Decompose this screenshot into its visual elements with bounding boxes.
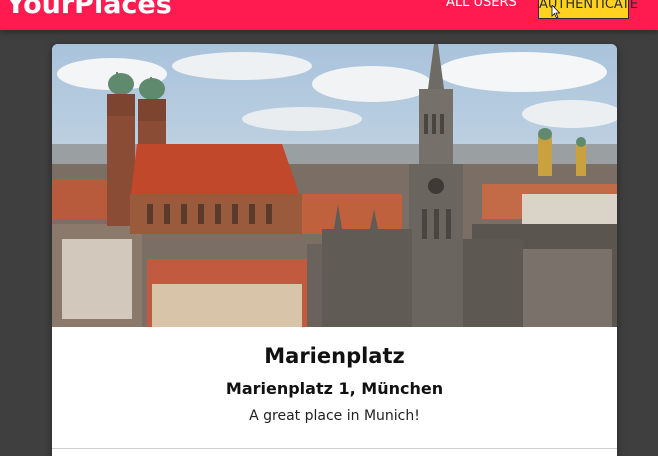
place-description: A great place in Munich! [249,408,420,424]
place-image [52,44,617,327]
nav-link-all-users[interactable]: ALL USERS [446,0,517,10]
place-card: Marienplatz Marienplatz 1, München A gre… [52,44,617,456]
card-divider [52,448,617,449]
place-title: Marienplatz [264,344,405,368]
place-address: Marienplatz 1, München [225,379,444,398]
app-logo[interactable]: YourPlaces [6,0,172,20]
mouse-pointer-icon [551,5,561,19]
